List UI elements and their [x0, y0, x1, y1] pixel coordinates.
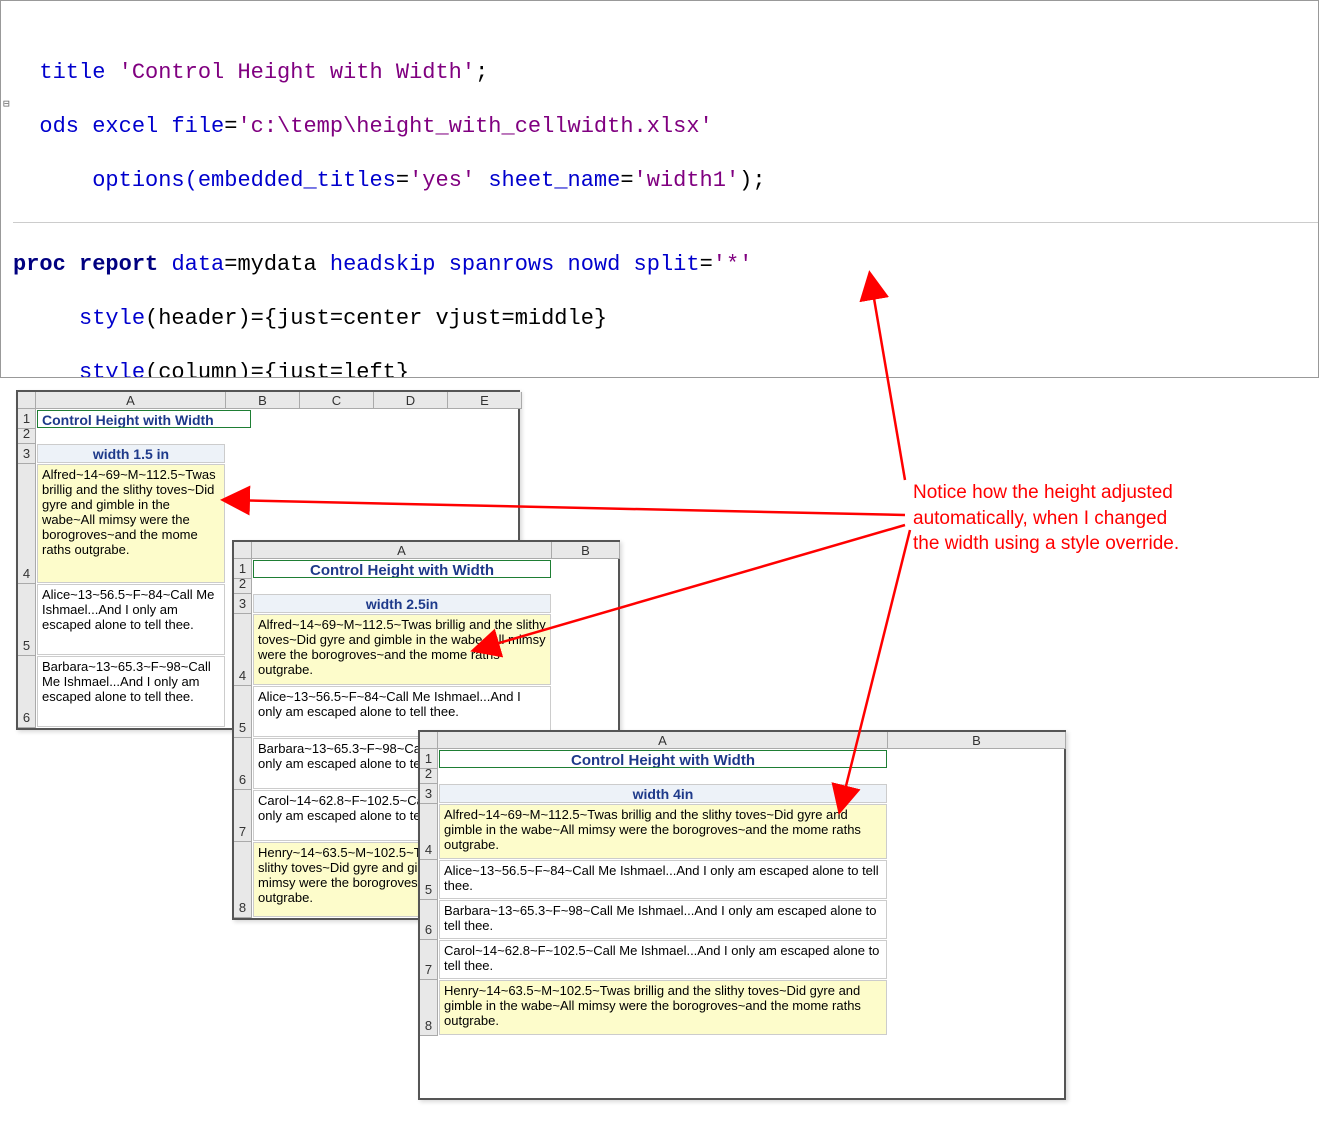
column-title: width 1.5 in [37, 444, 225, 463]
col-header[interactable]: C [300, 392, 374, 409]
code-token: (header)={just=center vjust=middle} [145, 306, 607, 331]
code-token: title [13, 60, 119, 85]
data-cell[interactable]: Alfred~14~69~M~112.5~Twas brillig and th… [253, 614, 551, 685]
code-token: nowd [568, 252, 634, 277]
row-header[interactable]: 4 [234, 614, 252, 686]
row-header[interactable]: 5 [420, 860, 438, 900]
col-header[interactable]: B [226, 392, 300, 409]
row-header[interactable]: 2 [18, 429, 36, 444]
row-header[interactable]: 4 [18, 464, 36, 584]
annotation-line: Notice how the height adjusted [913, 480, 1179, 506]
row-header[interactable]: 6 [18, 656, 36, 728]
row-header[interactable]: 2 [234, 579, 252, 594]
col-header[interactable]: B [552, 542, 620, 559]
row-header[interactable]: 2 [420, 769, 438, 784]
col-header[interactable]: B [888, 732, 1066, 749]
collapse-icon[interactable]: ⊟ [3, 92, 10, 119]
code-token: excel [92, 114, 171, 139]
data-cell[interactable]: Henry~14~63.5~M~102.5~Twas brillig and t… [439, 980, 887, 1035]
row-header[interactable]: 3 [18, 444, 36, 464]
col-header[interactable]: A [252, 542, 552, 559]
row-header[interactable]: 6 [234, 738, 252, 790]
row-header[interactable]: 3 [420, 784, 438, 804]
annotation-line: the width using a style override. [913, 531, 1179, 557]
spreadsheet-title: Control Height with Width [439, 750, 887, 768]
data-cell[interactable]: Barbara~13~65.3~F~98~Call Me Ishmael...A… [37, 656, 225, 727]
code-token: embedded_titles [198, 168, 396, 193]
data-cell[interactable]: Barbara~13~65.3~F~98~Call Me Ishmael...A… [439, 900, 887, 939]
column-title: width 2.5in [253, 594, 551, 613]
col-header[interactable]: E [448, 392, 522, 409]
code-token [475, 168, 488, 193]
col-header[interactable]: D [374, 392, 448, 409]
col-header[interactable]: A [36, 392, 226, 409]
annotation-text: Notice how the height adjusted automatic… [913, 480, 1179, 557]
data-cell[interactable]: Alfred~14~69~M~112.5~Twas brillig and th… [37, 464, 225, 583]
code-token: proc report [13, 252, 171, 277]
code-token: ); [739, 168, 765, 193]
row-header[interactable]: 8 [420, 980, 438, 1036]
row-header[interactable]: 6 [420, 900, 438, 940]
row-header[interactable]: 7 [420, 940, 438, 980]
code-token [13, 306, 79, 331]
sas-code-editor[interactable]: ⊟ title 'Control Height with Width'; ods… [0, 0, 1319, 378]
col-header[interactable]: A [438, 732, 888, 749]
column-title: width 4in [439, 784, 887, 803]
code-token: = [620, 168, 633, 193]
spreadsheet-title: Control Height with Width [37, 410, 251, 428]
code-token: =mydata [224, 252, 330, 277]
code-string: '*' [713, 252, 753, 277]
code-string: 'c:\temp\height_with_cellwidth.xlsx' [237, 114, 712, 139]
code-token: = [700, 252, 713, 277]
code-token: ; [475, 60, 488, 85]
code-token: spanrows [449, 252, 568, 277]
code-string: 'width1' [634, 168, 740, 193]
row-header[interactable]: 5 [234, 686, 252, 738]
code-token: split [634, 252, 700, 277]
data-cell[interactable]: Alice~13~56.5~F~84~Call Me Ishmael...And… [37, 584, 225, 655]
code-string: 'Control Height with Width' [119, 60, 475, 85]
data-cell[interactable]: Carol~14~62.8~F~102.5~Call Me Ishmael...… [439, 940, 887, 979]
code-token: ods [13, 114, 92, 139]
excel-preview-3: A B 1 2 3 4 5 6 7 8 Control Height with … [418, 730, 1066, 1100]
data-cell[interactable]: Alfred~14~69~M~112.5~Twas brillig and th… [439, 804, 887, 859]
spreadsheet-title: Control Height with Width [253, 560, 551, 578]
code-token: = [396, 168, 409, 193]
row-header[interactable]: 7 [234, 790, 252, 842]
data-cell[interactable]: Alice~13~56.5~F~84~Call Me Ishmael...And… [439, 860, 887, 899]
code-token: headskip [330, 252, 449, 277]
code-string: 'yes' [409, 168, 475, 193]
annotation-line: automatically, when I changed [913, 506, 1179, 532]
code-token: file [171, 114, 224, 139]
row-header[interactable]: 4 [420, 804, 438, 860]
row-header[interactable]: 8 [234, 842, 252, 918]
code-token: = [224, 114, 237, 139]
row-header[interactable]: 5 [18, 584, 36, 656]
code-token [13, 360, 79, 378]
code-token: options( [13, 168, 198, 193]
code-token: style [79, 306, 145, 331]
row-header[interactable]: 3 [234, 594, 252, 614]
code-token: sheet_name [488, 168, 620, 193]
code-token: (column)={just=left} [145, 360, 409, 378]
code-token: data [171, 252, 224, 277]
code-token: style [79, 360, 145, 378]
